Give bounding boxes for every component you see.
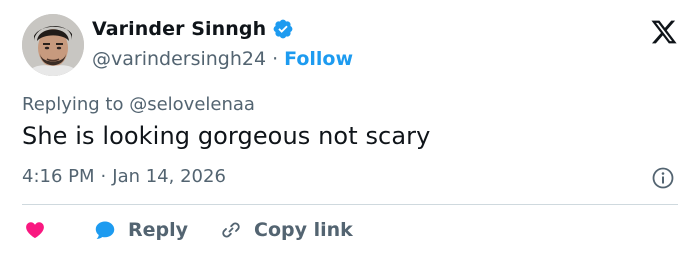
author-display-name[interactable]: Varinder Sinngh — [92, 18, 266, 40]
action-divider — [22, 204, 678, 205]
copy-link-label: Copy link — [254, 219, 353, 241]
follow-button[interactable]: Follow — [284, 48, 353, 70]
x-logo-icon[interactable] — [650, 18, 678, 46]
author-handle-row: @varindersingh24 · Follow — [92, 48, 353, 70]
tweet-card: Varinder Sinngh @varindersingh24 · Follo… — [0, 0, 700, 256]
heart-icon — [26, 222, 44, 239]
info-icon[interactable] — [651, 166, 675, 190]
reply-button[interactable]: Reply — [92, 218, 188, 242]
action-bar: Reply Copy link — [22, 214, 353, 246]
tweet-time: 4:16 PM — [22, 166, 95, 187]
handle-separator: · — [272, 48, 279, 70]
link-icon — [222, 222, 240, 238]
avatar[interactable] — [22, 14, 84, 76]
author-handle[interactable]: @varindersingh24 — [92, 48, 266, 70]
like-button[interactable] — [22, 218, 48, 242]
author-name-row: Varinder Sinngh — [92, 18, 294, 40]
speech-bubble-icon — [95, 221, 115, 239]
tweet-text: She is looking gorgeous not scary — [22, 122, 431, 150]
replying-to-text[interactable]: Replying to @selovelenaa — [22, 94, 255, 115]
verified-badge-icon — [273, 19, 293, 39]
reply-label: Reply — [128, 219, 189, 241]
copy-link-button[interactable]: Copy link — [218, 218, 353, 242]
avatar-image — [22, 14, 84, 76]
timestamp-separator: · — [100, 166, 107, 187]
tweet-date: Jan 14, 2026 — [112, 166, 226, 187]
tweet-timestamp[interactable]: 4:16 PM · Jan 14, 2026 — [22, 166, 226, 187]
